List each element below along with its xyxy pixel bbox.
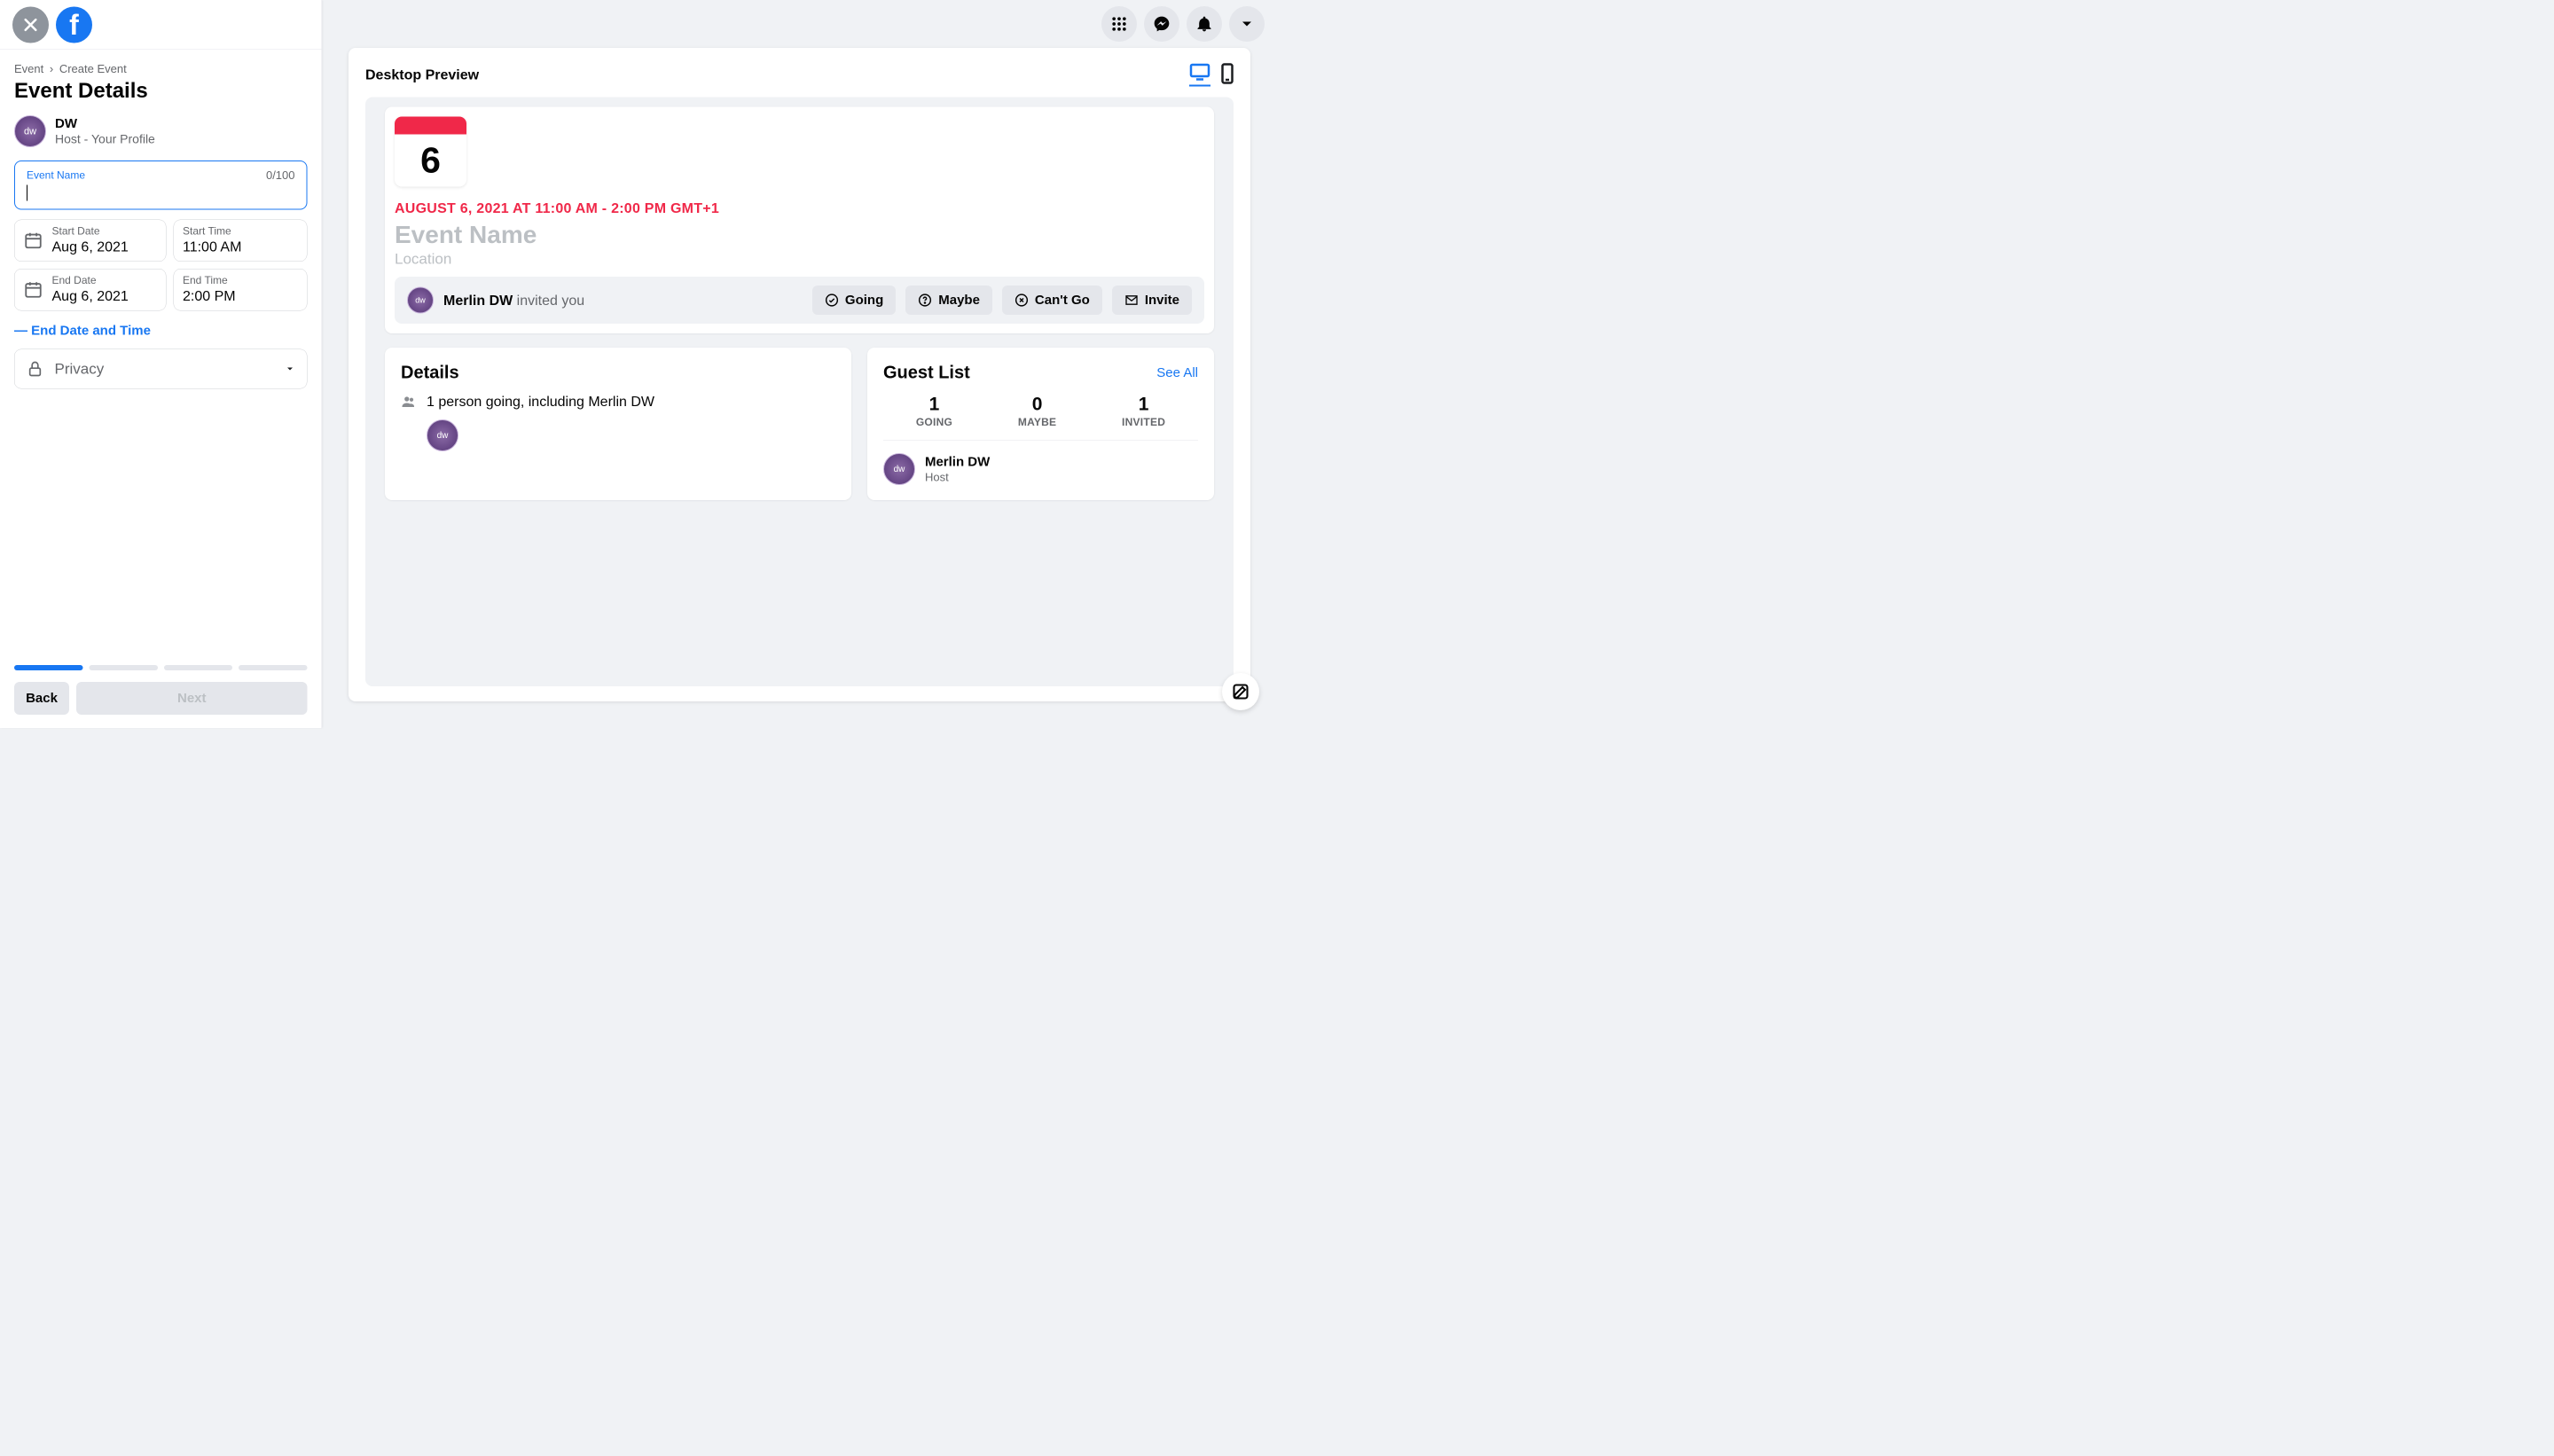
end-time-value: 2:00 PM [183,288,236,305]
calendar-card: 6 [395,117,466,187]
rsvp-maybe-button[interactable]: Maybe [905,286,992,315]
desktop-preview-tab[interactable] [1189,63,1210,87]
progress-step-2 [89,665,157,670]
details-title: Details [401,363,835,383]
desktop-icon [1189,63,1210,81]
calendar-icon [24,231,43,250]
calendar-day: 6 [395,135,466,187]
rsvp-going-button[interactable]: Going [812,286,896,315]
guest-row[interactable]: dw Merlin DW Host [883,453,1198,485]
event-datetime: AUGUST 6, 2021 AT 11:00 AM - 2:00 PM GMT… [395,200,1204,217]
attendee-avatar[interactable]: dw [427,419,458,451]
event-name-count: 0/100 [266,168,295,183]
stat-invited: 1 INVITED [1122,394,1165,429]
details-going-text: 1 person going, including Merlin DW [427,394,654,411]
left-panel: f Event › Create Event Event Details dw … [0,0,322,728]
breadcrumb-root[interactable]: Event [14,62,43,75]
panel-body: Event › Create Event Event Details dw DW… [0,50,322,654]
end-date-picker[interactable]: End Date Aug 6, 2021 [14,269,167,311]
preview-body: 6 AUGUST 6, 2021 AT 11:00 AM - 2:00 PM G… [365,98,1234,687]
start-time-label: Start Time [183,225,241,238]
progress-bar [14,665,308,670]
see-all-link[interactable]: See All [1156,365,1198,380]
guest-role: Host [925,470,990,484]
start-date-picker[interactable]: Start Date Aug 6, 2021 [14,220,167,262]
edit-icon [1232,683,1250,701]
host-avatar: dw [14,115,46,147]
stat-going: 1 GOING [916,394,952,429]
close-icon [22,16,40,34]
mobile-icon [1221,63,1234,84]
preview-area: Desktop Preview 6 AUGUST 6, 2021 AT 11:0… [322,0,1277,728]
people-icon [401,394,417,410]
edit-fab[interactable] [1222,673,1259,710]
end-date-label: End Date [52,275,129,287]
end-date-value: Aug 6, 2021 [52,288,129,305]
end-date-time-toggle[interactable]: — End Date and Time [14,318,308,349]
panel-footer: Back Next [0,654,322,728]
grid-icon [1110,15,1128,33]
bell-icon [1195,15,1213,33]
chevron-right-icon: › [50,62,53,75]
start-time-value: 11:00 AM [183,239,241,255]
event-name-placeholder: Event Name [395,220,1204,249]
host-subtitle: Host - Your Profile [55,132,155,146]
close-button[interactable] [12,6,49,43]
x-circle-icon [1015,294,1029,308]
privacy-label: Privacy [55,360,275,378]
progress-step-3 [164,665,232,670]
messenger-button[interactable] [1144,6,1179,42]
messenger-icon [1153,15,1171,33]
event-name-input-wrap[interactable]: Event Name 0/100 [14,160,308,210]
calendar-card-top [395,117,466,135]
privacy-select[interactable]: Privacy [14,349,308,389]
inviter-name: Merlin DW [443,292,513,308]
details-card: Details 1 person going, including Merlin… [385,348,851,500]
breadcrumb: Event › Create Event [14,62,308,76]
preview-title: Desktop Preview [365,67,479,83]
end-time-picker[interactable]: End Time 2:00 PM [174,269,308,311]
host-row[interactable]: dw DW Host - Your Profile [14,115,308,147]
invite-button[interactable]: Invite [1112,286,1192,315]
end-time-label: End Time [183,275,236,287]
invite-bar: dw Merlin DW invited you Going Maybe [395,277,1204,324]
start-date-label: Start Date [52,225,129,238]
facebook-logo[interactable]: f [56,6,92,43]
progress-step-1 [14,665,82,670]
event-hero: 6 AUGUST 6, 2021 AT 11:00 AM - 2:00 PM G… [385,107,1214,334]
start-time-picker[interactable]: Start Time 11:00 AM [174,220,308,262]
invite-suffix: invited you [513,292,584,308]
question-circle-icon [918,294,932,308]
account-button[interactable] [1229,6,1265,42]
preview-card: Desktop Preview 6 AUGUST 6, 2021 AT 11:0… [349,48,1250,701]
panel-header: f [0,0,322,50]
top-nav-icons [1101,6,1265,42]
guest-list-card: Guest List See All 1 GOING 0 MAYBE [867,348,1214,500]
start-date-value: Aug 6, 2021 [52,239,129,255]
caret-down-icon [285,364,295,374]
check-circle-icon [825,294,839,308]
mobile-preview-tab[interactable] [1221,63,1234,87]
lock-icon [27,360,44,378]
progress-step-4 [239,665,307,670]
stat-maybe: 0 MAYBE [1018,394,1056,429]
invite-text: Merlin DW invited you [443,292,803,309]
host-name: DW [55,116,155,131]
guest-avatar: dw [883,453,915,485]
guest-name: Merlin DW [925,454,990,469]
calendar-icon [24,279,43,299]
next-button[interactable]: Next [76,682,308,715]
mail-icon [1124,294,1139,308]
breadcrumb-current[interactable]: Create Event [59,62,127,75]
notifications-button[interactable] [1187,6,1222,42]
menu-button[interactable] [1101,6,1137,42]
page-title: Event Details [14,79,308,104]
rsvp-cant-go-button[interactable]: Can't Go [1002,286,1102,315]
inviter-avatar: dw [407,287,434,314]
event-name-label: Event Name [27,169,85,182]
caret-down-icon [1238,15,1256,33]
back-button[interactable]: Back [14,682,69,715]
event-location-placeholder: Location [395,251,1204,269]
guest-list-title: Guest List [883,363,970,383]
